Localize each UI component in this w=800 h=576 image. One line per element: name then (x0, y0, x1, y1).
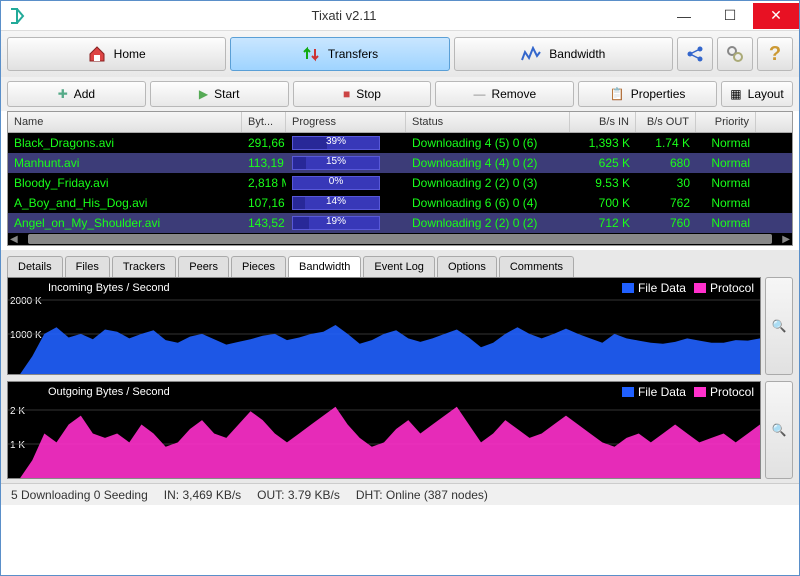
stop-label: Stop (356, 87, 381, 101)
tab-peers[interactable]: Peers (178, 256, 229, 277)
outgoing-panel: Outgoing Bytes / Second File DataProtoco… (7, 381, 793, 479)
start-label: Start (214, 87, 239, 101)
table-row[interactable]: Angel_on_My_Shoulder.avi143,5219%Downloa… (8, 213, 792, 233)
magnifier-icon: 🔍 (772, 423, 787, 437)
incoming-zoom-button[interactable]: 🔍 (765, 277, 793, 375)
add-button[interactable]: ✚ Add (7, 81, 146, 107)
status-downloads: 5 Downloading 0 Seeding (11, 488, 148, 502)
tab-event-log[interactable]: Event Log (363, 256, 435, 277)
bandwidth-icon (521, 46, 541, 62)
col-bytes[interactable]: Byt... (242, 112, 286, 132)
tab-details[interactable]: Details (7, 256, 63, 277)
col-status[interactable]: Status (406, 112, 570, 132)
close-button[interactable]: ✕ (753, 3, 799, 29)
properties-label: Properties (631, 87, 686, 101)
scroll-left-icon[interactable]: ◀ (10, 234, 18, 245)
layout-label: Layout (748, 87, 784, 101)
share-icon (686, 45, 704, 63)
grid-hscroll[interactable]: ◀ ▶ (8, 233, 792, 245)
remove-label: Remove (491, 87, 536, 101)
table-row[interactable]: Manhunt.avi113,1915%Downloading 4 (4) 0 … (8, 153, 792, 173)
status-in: IN: 3,469 KB/s (164, 488, 241, 502)
minimize-button[interactable]: — (661, 3, 707, 29)
layout-icon: ▦ (730, 87, 741, 101)
outgoing-zoom-button[interactable]: 🔍 (765, 381, 793, 479)
col-out[interactable]: B/s OUT (636, 112, 696, 132)
grid-body: Black_Dragons.avi291,6639%Downloading 4 … (8, 133, 792, 233)
tab-pieces[interactable]: Pieces (231, 256, 286, 277)
scroll-thumb[interactable] (28, 234, 773, 244)
outgoing-chart: Outgoing Bytes / Second File DataProtoco… (7, 381, 761, 479)
window-controls: — ☐ ✕ (661, 3, 799, 29)
tab-trackers[interactable]: Trackers (112, 256, 176, 277)
magnifier-icon: 🔍 (772, 319, 787, 333)
nav-bandwidth[interactable]: Bandwidth (454, 37, 673, 71)
add-label: Add (74, 87, 95, 101)
maximize-button[interactable]: ☐ (707, 3, 753, 29)
col-priority[interactable]: Priority (696, 112, 756, 132)
nav-settings[interactable] (717, 37, 753, 71)
table-row[interactable]: A_Boy_and_His_Dog.avi107,1614%Downloadin… (8, 193, 792, 213)
tab-comments[interactable]: Comments (499, 256, 574, 277)
app-icon (7, 6, 27, 26)
nav-transfers[interactable]: Transfers (230, 37, 449, 71)
nav-home[interactable]: Home (7, 37, 226, 71)
scroll-right-icon[interactable]: ▶ (782, 234, 790, 245)
tab-bandwidth[interactable]: Bandwidth (288, 256, 361, 277)
nav-transfers-label: Transfers (328, 47, 378, 61)
help-icon: ? (769, 43, 781, 66)
toolbar: ✚ Add ▶ Start ■ Stop — Remove 📋 Properties ▦ L… (1, 77, 799, 111)
col-progress[interactable]: Progress (286, 112, 406, 132)
incoming-chart: Incoming Bytes / Second File DataProtoco… (7, 277, 761, 375)
table-row[interactable]: Bloody_Friday.avi2,818 M0%Downloading 2 … (8, 173, 792, 193)
app-window: Tixati v2.11 — ☐ ✕ Home Transfers Bandwi… (0, 0, 800, 576)
transfers-grid: Name Byt... Progress Status B/s IN B/s O… (7, 111, 793, 246)
grid-header: Name Byt... Progress Status B/s IN B/s O… (8, 112, 792, 133)
window-title: Tixati v2.11 (27, 8, 661, 23)
nav-home-label: Home (114, 47, 146, 61)
status-out: OUT: 3.79 KB/s (257, 488, 340, 502)
status-dht: DHT: Online (387 nodes) (356, 488, 488, 502)
properties-icon: 📋 (610, 87, 625, 101)
main-nav: Home Transfers Bandwidth ? (1, 31, 799, 77)
plus-icon: ✚ (58, 87, 68, 101)
charts-container: Incoming Bytes / Second File DataProtoco… (1, 277, 799, 483)
nav-share[interactable] (677, 37, 713, 71)
minus-icon: — (473, 87, 485, 101)
col-name[interactable]: Name (8, 112, 242, 132)
chart-area (8, 276, 760, 374)
tab-options[interactable]: Options (437, 256, 497, 277)
home-icon (88, 45, 106, 63)
chart-area (8, 380, 760, 478)
statusbar: 5 Downloading 0 Seeding IN: 3,469 KB/s O… (1, 483, 799, 505)
stop-icon: ■ (343, 87, 350, 101)
tab-files[interactable]: Files (65, 256, 110, 277)
titlebar: Tixati v2.11 — ☐ ✕ (1, 1, 799, 31)
nav-bandwidth-label: Bandwidth (549, 47, 605, 61)
layout-button[interactable]: ▦ Layout (721, 81, 793, 107)
transfers-icon (302, 45, 320, 63)
play-icon: ▶ (199, 87, 208, 101)
stop-button[interactable]: ■ Stop (293, 81, 432, 107)
gear-icon (726, 45, 744, 63)
col-in[interactable]: B/s IN (570, 112, 636, 132)
start-button[interactable]: ▶ Start (150, 81, 289, 107)
detail-tabs: DetailsFilesTrackersPeersPiecesBandwidth… (1, 250, 799, 277)
nav-help[interactable]: ? (757, 37, 793, 71)
table-row[interactable]: Black_Dragons.avi291,6639%Downloading 4 … (8, 133, 792, 153)
incoming-panel: Incoming Bytes / Second File DataProtoco… (7, 277, 793, 375)
remove-button[interactable]: — Remove (435, 81, 574, 107)
properties-button[interactable]: 📋 Properties (578, 81, 717, 107)
